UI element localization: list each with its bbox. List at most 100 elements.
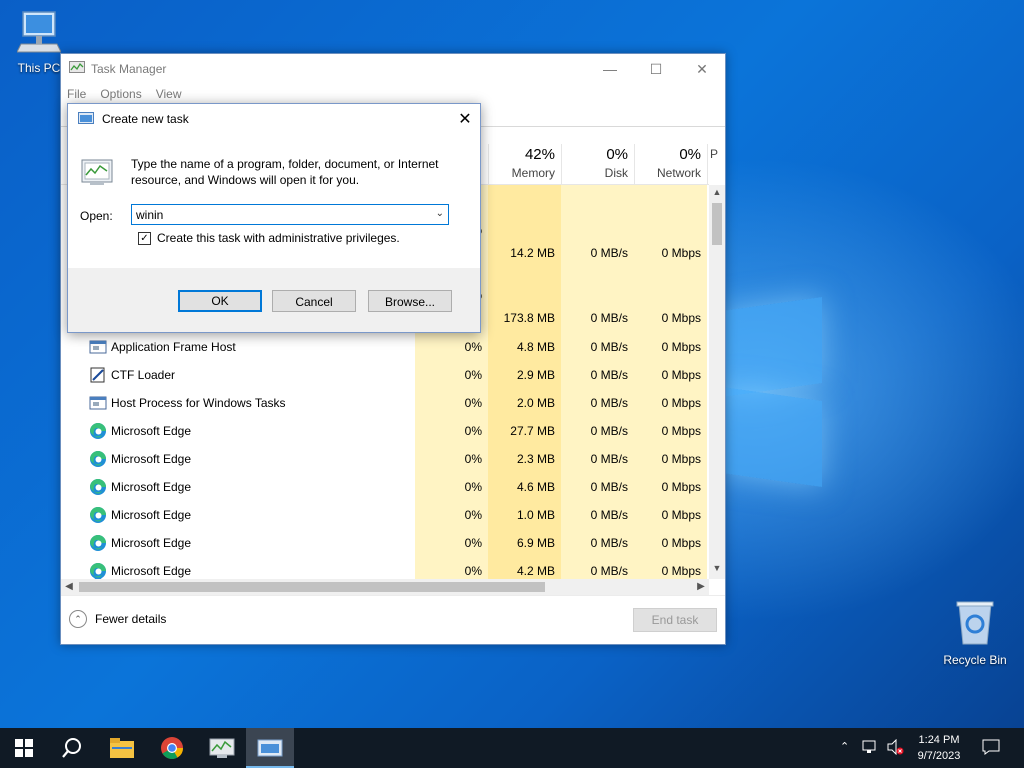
maximize-button[interactable]: ☐ xyxy=(633,54,679,84)
task-manager-titlebar[interactable]: Task Manager — ☐ ✕ xyxy=(61,54,725,84)
clock-time: 1:24 PM xyxy=(918,734,960,746)
tray-chevron-up-icon[interactable]: ⌃ xyxy=(840,740,849,753)
cell-disk: 0 MB/s xyxy=(590,340,628,354)
minimize-button[interactable]: — xyxy=(587,54,633,84)
volume-muted-icon[interactable] xyxy=(886,738,904,758)
scroll-left-icon[interactable]: ◀ xyxy=(61,579,77,595)
process-name: Microsoft Edge xyxy=(111,480,192,494)
dialog-close-button[interactable]: ✕ xyxy=(450,104,480,134)
run-icon xyxy=(257,739,283,757)
table-row[interactable]: CTF Loader 0% 2.9 MB 0 MB/s 0 Mbps xyxy=(61,361,709,389)
cell-disk: 0 MB/s xyxy=(590,311,628,325)
cell-memory: 4.6 MB xyxy=(516,480,555,494)
table-row[interactable]: Microsoft Edge 0% 1.0 MB 0 MB/s 0 Mbps xyxy=(61,501,709,529)
cell-memory: 27.7 MB xyxy=(510,424,555,438)
table-row[interactable]: Microsoft Edge 0% 6.9 MB 0 MB/s 0 Mbps xyxy=(61,529,709,557)
cell-network: 0 Mbps xyxy=(661,311,701,325)
windows-start-icon xyxy=(15,739,33,757)
column-header-disk[interactable]: 0% Disk xyxy=(561,144,634,184)
process-name: Microsoft Edge xyxy=(111,508,192,522)
task-manager-taskbar-button[interactable] xyxy=(198,728,246,768)
windows-wallpaper-logo xyxy=(722,290,822,488)
table-row[interactable]: Microsoft Edge 0% 27.7 MB 0 MB/s 0 Mbps xyxy=(61,417,709,445)
clock[interactable]: 1:24 PM 9/7/2023 xyxy=(910,732,968,764)
table-row[interactable]: Microsoft Edge 0% 4.6 MB 0 MB/s 0 Mbps xyxy=(61,473,709,501)
chrome-button[interactable] xyxy=(148,728,196,768)
search-button[interactable] xyxy=(48,728,96,768)
cell-disk: 0 MB/s xyxy=(590,452,628,466)
dialog-button-bar: OK Cancel Browse... xyxy=(68,268,480,332)
recycle-bin-icon xyxy=(940,600,1010,649)
chevron-up-icon: ⌃ xyxy=(69,610,87,628)
cell-cpu: 0% xyxy=(464,452,482,466)
run-icon xyxy=(78,111,94,128)
fewer-details-button[interactable]: ⌃ Fewer details xyxy=(69,610,166,628)
menu-options[interactable]: Options xyxy=(100,87,141,101)
close-button[interactable]: ✕ xyxy=(679,54,725,84)
notifications-icon[interactable] xyxy=(982,739,1000,758)
dialog-title: Create new task xyxy=(102,112,189,126)
computer-icon xyxy=(4,8,74,57)
edge-icon xyxy=(89,506,107,524)
cell-network: 0 Mbps xyxy=(661,508,701,522)
search-icon xyxy=(62,738,81,758)
desktop-icon-recycle-bin[interactable]: Recycle Bin xyxy=(940,600,1010,667)
cell-cpu: 0% xyxy=(464,340,482,354)
admin-privileges-checkbox[interactable]: ✓ Create this task with administrative p… xyxy=(138,231,400,245)
process-name: Microsoft Edge xyxy=(111,536,192,550)
table-row[interactable]: Application Frame Host 0% 4.8 MB 0 MB/s 0 Mb… xyxy=(61,333,709,361)
end-task-button[interactable]: End task xyxy=(633,608,717,632)
start-button[interactable] xyxy=(0,728,48,768)
process-name: CTF Loader xyxy=(111,368,176,382)
scroll-up-icon[interactable]: ▲ xyxy=(709,187,725,201)
file-explorer-button[interactable] xyxy=(98,728,146,768)
open-label: Open: xyxy=(80,209,113,223)
open-input[interactable] xyxy=(136,207,426,222)
process-name: Microsoft Edge xyxy=(111,564,192,578)
cell-cpu: 0% xyxy=(464,368,482,382)
taskbar: ⌃ 1:24 PM 9/7/2023 xyxy=(0,728,1024,768)
vertical-scroll-thumb[interactable] xyxy=(712,203,722,245)
chevron-down-icon[interactable]: ⌄ xyxy=(436,208,444,219)
task-manager-footer: ⌃ Fewer details End task xyxy=(61,595,725,644)
cell-cpu: 0% xyxy=(464,396,482,410)
table-row[interactable]: Host Process for Windows Tasks 0% 2.0 MB 0 … xyxy=(61,389,709,417)
process-name: Application Frame Host xyxy=(111,340,236,354)
cell-memory: 2.3 MB xyxy=(516,452,555,466)
column-header-network[interactable]: 0% Network xyxy=(634,144,707,184)
dialog-titlebar[interactable]: Create new task ✕ xyxy=(68,104,480,134)
table-row[interactable]: Microsoft Edge 0% 2.3 MB 0 MB/s 0 Mbps xyxy=(61,445,709,473)
browse-button[interactable]: Browse... xyxy=(368,290,452,312)
run-dialog-taskbar-button[interactable] xyxy=(246,728,294,768)
frame-icon xyxy=(89,338,107,356)
cell-disk: 0 MB/s xyxy=(590,246,628,260)
column-header-power[interactable]: P xyxy=(707,144,718,184)
scroll-down-icon[interactable]: ▼ xyxy=(709,563,725,577)
folder-icon xyxy=(110,738,134,758)
cell-memory: 14.2 MB xyxy=(510,246,555,260)
network-icon[interactable] xyxy=(862,739,878,758)
horizontal-scroll-thumb[interactable] xyxy=(79,582,545,592)
menu-view[interactable]: View xyxy=(156,87,182,101)
vertical-scrollbar[interactable]: ▲ ▼ xyxy=(709,185,725,579)
menu-file[interactable]: File xyxy=(67,87,86,101)
column-header-memory[interactable]: 42% Memory xyxy=(488,144,561,184)
open-combobox[interactable]: ⌄ xyxy=(131,204,449,225)
checkbox-checked-icon[interactable]: ✓ xyxy=(138,231,151,245)
task-manager-icon xyxy=(209,738,235,758)
cell-memory: 173.8 MB xyxy=(503,311,555,325)
table-row[interactable]: Microsoft Edge 0% 4.2 MB 0 MB/s 0 Mbps xyxy=(61,557,709,579)
task-manager-large-icon xyxy=(80,156,114,191)
task-manager-title: Task Manager xyxy=(91,62,167,76)
ok-button[interactable]: OK xyxy=(178,290,262,312)
cell-cpu: 0% xyxy=(464,564,482,578)
scroll-right-icon[interactable]: ▶ xyxy=(693,579,709,595)
cell-memory: 1.0 MB xyxy=(516,508,555,522)
process-name: Microsoft Edge xyxy=(111,424,192,438)
cell-disk: 0 MB/s xyxy=(590,396,628,410)
horizontal-scrollbar[interactable]: ◀ ▶ xyxy=(61,579,709,595)
cell-network: 0 Mbps xyxy=(661,536,701,550)
edge-icon xyxy=(89,534,107,552)
cell-disk: 0 MB/s xyxy=(590,536,628,550)
cancel-button[interactable]: Cancel xyxy=(272,290,356,312)
